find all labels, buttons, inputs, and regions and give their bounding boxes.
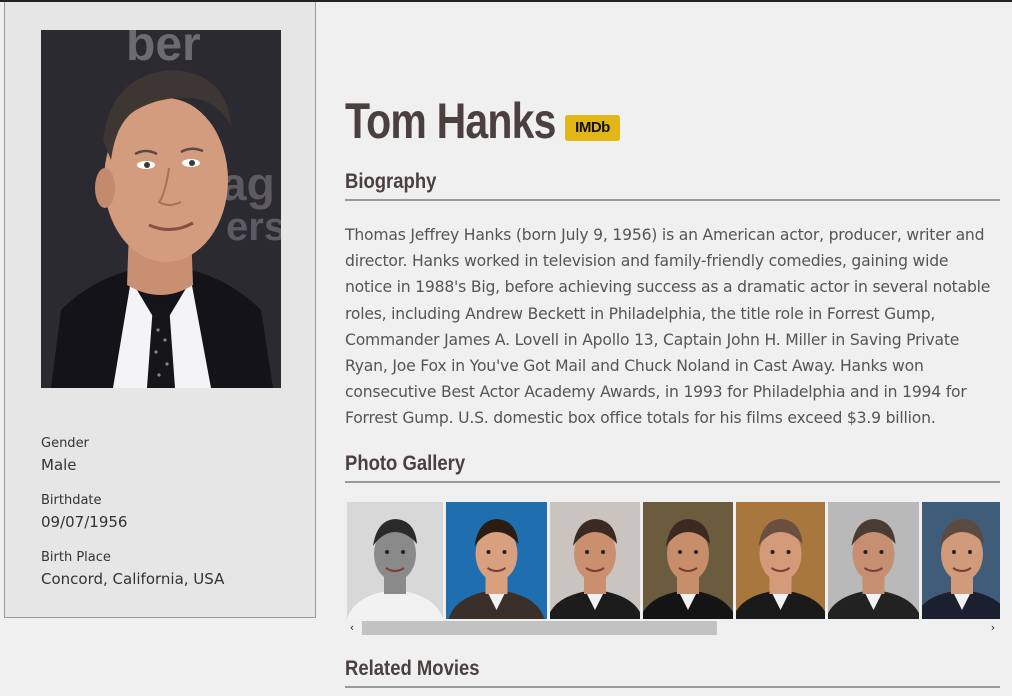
birthdate-block: Birthdate 09/07/1956	[41, 493, 127, 531]
gallery-photo[interactable]	[550, 502, 640, 619]
scrollbar-thumb[interactable]	[362, 621, 717, 635]
birthdate-label: Birthdate	[41, 493, 102, 508]
photo-gallery-heading: Photo Gallery	[345, 452, 466, 475]
gender-block: Gender Male	[41, 436, 89, 474]
photo-gallery-divider	[345, 481, 1000, 483]
gallery-photo[interactable]	[922, 502, 1000, 619]
photo-gallery-strip[interactable]	[345, 502, 1000, 620]
page-title: Tom Hanks	[345, 93, 556, 149]
scroll-right-arrow-icon[interactable]: ›	[986, 620, 1000, 636]
biography-heading: Biography	[345, 170, 437, 193]
portrait-image: ber ag ers	[41, 30, 281, 388]
gallery-photo[interactable]	[643, 502, 733, 619]
birthplace-value: Concord, California, USA	[41, 570, 225, 588]
biography-divider	[345, 199, 1000, 201]
profile-card: ber ag ers Gender Male Birthdate 09/07/1…	[4, 2, 316, 618]
scroll-left-arrow-icon[interactable]: ‹	[345, 620, 359, 636]
biography-text: Thomas Jeffrey Hanks (born July 9, 1956)…	[345, 226, 991, 428]
related-movies-divider	[345, 686, 1000, 688]
related-movies-heading: Related Movies	[345, 657, 480, 680]
background-lettering-2: ag	[221, 158, 275, 210]
gender-label: Gender	[41, 436, 89, 451]
gallery-photo[interactable]	[347, 502, 443, 619]
imdb-link-badge[interactable]: IMDb	[565, 115, 620, 141]
birthplace-label: Birth Place	[41, 550, 111, 565]
portrait-illustration: ber ag ers	[41, 30, 281, 388]
gallery-scrollbar[interactable]: ‹ ›	[345, 620, 1000, 636]
gallery-photo[interactable]	[446, 502, 547, 619]
gallery-photo[interactable]	[828, 502, 919, 619]
background-lettering-3: ers	[226, 205, 281, 249]
gender-value: Male	[41, 456, 77, 474]
background-lettering: ber	[126, 30, 201, 71]
birthdate-value: 09/07/1956	[41, 513, 128, 531]
birthplace-block: Birth Place Concord, California, USA	[41, 550, 224, 588]
gallery-photo[interactable]	[736, 502, 825, 619]
